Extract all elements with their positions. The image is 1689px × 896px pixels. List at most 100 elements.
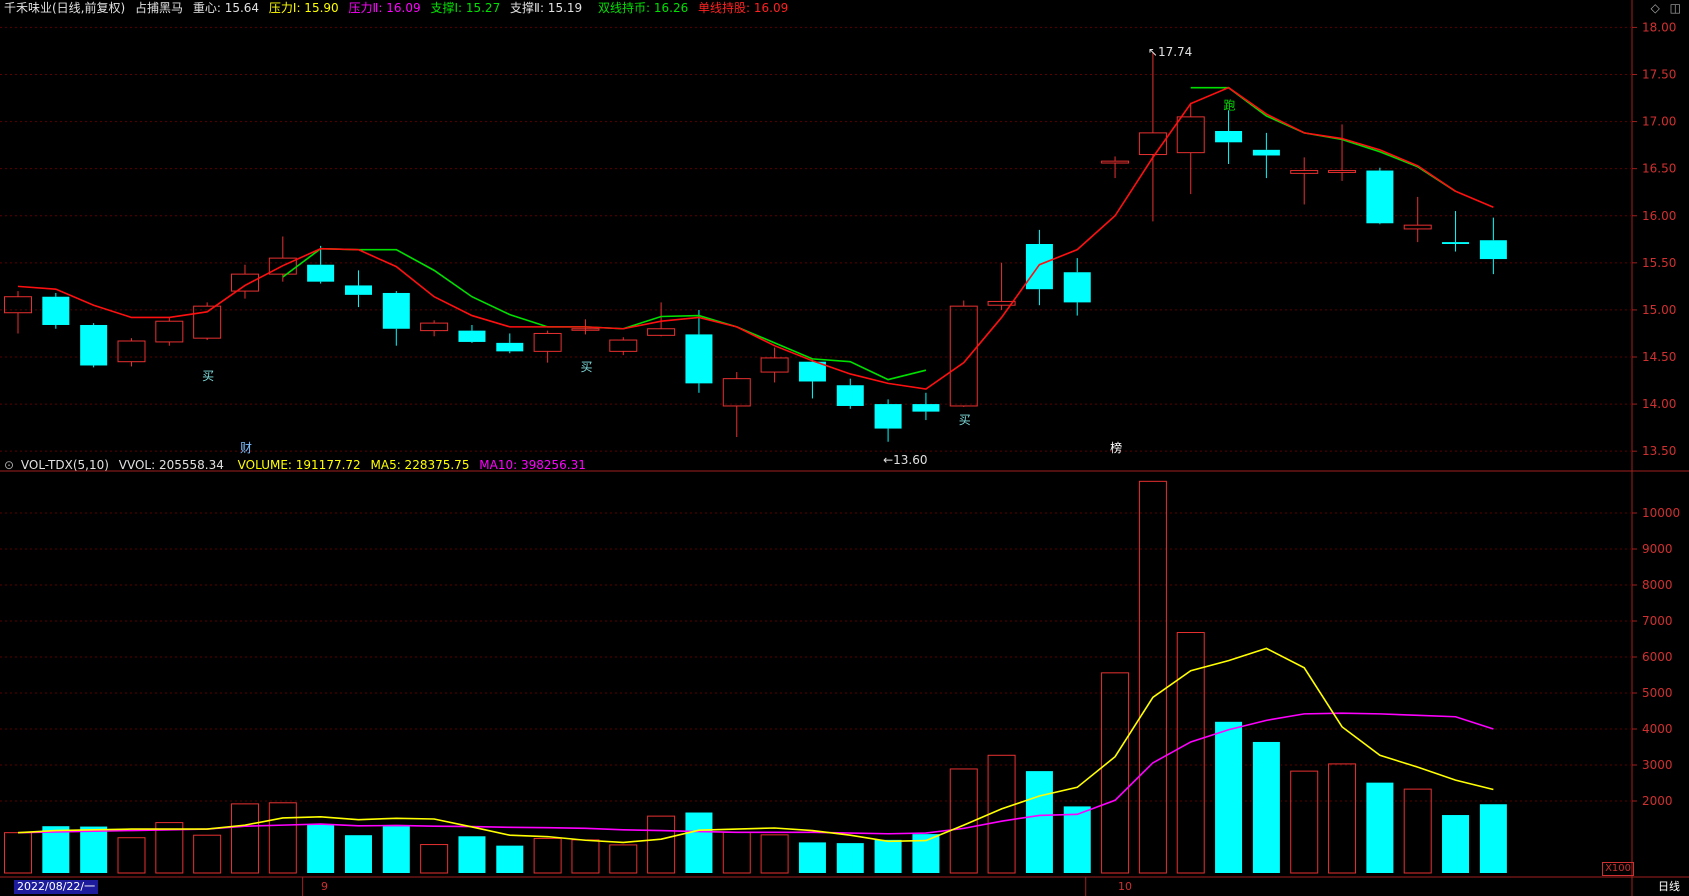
zhicheng2-value: 支撑Ⅱ: 15.19 xyxy=(510,1,583,15)
candle[interactable] xyxy=(1025,229,1053,306)
volume-tick-label: 5000 xyxy=(1642,686,1673,700)
volume-bar[interactable] xyxy=(1215,721,1243,873)
candle[interactable] xyxy=(912,392,940,421)
price-tick-label: 17.00 xyxy=(1642,115,1676,129)
volume-bar[interactable] xyxy=(1025,771,1053,873)
candle[interactable] xyxy=(268,236,297,282)
price-tick-label: 15.50 xyxy=(1642,256,1676,270)
candle-body xyxy=(496,342,524,352)
candle[interactable] xyxy=(1442,211,1470,252)
volume-bar[interactable] xyxy=(798,842,826,873)
candle[interactable] xyxy=(874,399,902,442)
candle[interactable] xyxy=(382,291,410,346)
month-label-9: 9 xyxy=(321,880,328,893)
candle-body xyxy=(760,357,789,373)
candle-body xyxy=(685,334,713,384)
candle[interactable] xyxy=(307,245,335,284)
volume-bar[interactable] xyxy=(1328,763,1357,874)
candle[interactable] xyxy=(155,317,184,346)
stock-chart[interactable]: 13.50 14.00 14.50 15.00 15.50 16.00 16.50 17.00… xyxy=(0,0,1689,896)
volume-bar[interactable] xyxy=(571,839,600,874)
volume-bar[interactable] xyxy=(1479,804,1507,873)
period-label[interactable]: 日线 xyxy=(1655,880,1683,894)
volume-bar[interactable] xyxy=(382,826,410,873)
candle-body xyxy=(1101,160,1130,164)
volume-bar[interactable] xyxy=(760,834,789,874)
ma5-value: MA5: 228375.75 xyxy=(370,458,470,472)
candle[interactable] xyxy=(1328,124,1357,181)
volume-bar[interactable] xyxy=(344,835,372,873)
candle[interactable] xyxy=(1252,132,1280,179)
candle[interactable] xyxy=(458,324,486,343)
price-tick-label: 17.50 xyxy=(1642,68,1676,82)
indicator-name[interactable]: 占捕黑马 xyxy=(135,1,183,15)
candle[interactable] xyxy=(1403,196,1432,243)
volume-bar[interactable] xyxy=(722,831,751,874)
volume-bar[interactable] xyxy=(533,837,562,874)
candle[interactable] xyxy=(836,378,864,409)
volume-bar[interactable] xyxy=(496,845,524,873)
candle[interactable] xyxy=(609,337,638,356)
volume-bar[interactable] xyxy=(1290,770,1319,874)
candle[interactable] xyxy=(80,323,108,368)
volume-bar[interactable] xyxy=(685,812,713,873)
candle[interactable] xyxy=(987,262,1016,310)
volume-bar[interactable] xyxy=(1252,741,1280,873)
candle[interactable] xyxy=(1101,156,1130,179)
volume-bar[interactable] xyxy=(1101,672,1130,874)
candle[interactable] xyxy=(420,320,449,337)
candle[interactable] xyxy=(4,291,32,334)
candle[interactable] xyxy=(1366,167,1394,225)
volume-bar[interactable] xyxy=(609,844,638,874)
candle[interactable] xyxy=(1479,217,1507,275)
volume-bar[interactable] xyxy=(4,832,32,874)
volume-bar[interactable] xyxy=(117,837,146,874)
price-annotation: ↖17.74 xyxy=(1148,45,1192,59)
volume-bar[interactable] xyxy=(268,802,297,874)
window-icon[interactable]: ◫ xyxy=(1670,1,1681,15)
volume-bar[interactable] xyxy=(80,826,108,873)
candle[interactable] xyxy=(1215,110,1243,164)
green-trend-line xyxy=(282,247,927,381)
volume-bar[interactable] xyxy=(1442,815,1470,873)
candle[interactable] xyxy=(798,359,826,399)
volume-bar[interactable] xyxy=(836,843,864,873)
candle[interactable] xyxy=(193,302,222,341)
candle-body xyxy=(230,273,259,292)
volume-bar[interactable] xyxy=(1366,782,1394,873)
volume-bar[interactable] xyxy=(987,754,1016,874)
volume-bar[interactable] xyxy=(42,826,70,873)
candle[interactable] xyxy=(760,347,789,383)
volume-bar[interactable] xyxy=(1138,480,1167,874)
price-annotation: 买 xyxy=(959,413,971,427)
candle[interactable] xyxy=(1138,51,1167,222)
candle[interactable] xyxy=(42,292,70,329)
candle[interactable] xyxy=(949,300,978,407)
candle[interactable] xyxy=(344,270,372,308)
volume-bar[interactable] xyxy=(1063,806,1091,873)
volume-bar[interactable] xyxy=(1403,788,1432,874)
candle[interactable] xyxy=(1063,258,1091,316)
diamond-icon[interactable]: ◇ xyxy=(1651,1,1660,15)
candle-body xyxy=(1366,170,1394,224)
volume-bar[interactable] xyxy=(458,836,486,873)
candle-body xyxy=(307,264,335,282)
volume-bar[interactable] xyxy=(193,834,222,874)
shuangxian-value: 双线持币: 16.26 xyxy=(598,1,689,15)
volume-bar[interactable] xyxy=(874,839,902,873)
vol-indicator-name[interactable]: VOL-TDX(5,10) xyxy=(21,458,109,472)
volume-bar[interactable] xyxy=(230,803,259,874)
stock-name[interactable]: 千禾味业(日线,前复权) xyxy=(4,1,125,15)
candle[interactable] xyxy=(685,309,713,393)
volume-bar[interactable] xyxy=(307,824,335,873)
candle[interactable] xyxy=(533,330,562,363)
candle-body xyxy=(609,339,638,352)
volume-bar[interactable] xyxy=(420,844,449,874)
candle[interactable] xyxy=(117,338,146,367)
candle-body xyxy=(1442,242,1470,244)
volume-bar[interactable] xyxy=(647,815,676,874)
candle[interactable] xyxy=(1290,157,1319,205)
candle[interactable] xyxy=(496,333,524,354)
candle[interactable] xyxy=(230,264,259,299)
collapse-icon[interactable]: ⊙ xyxy=(4,458,14,472)
